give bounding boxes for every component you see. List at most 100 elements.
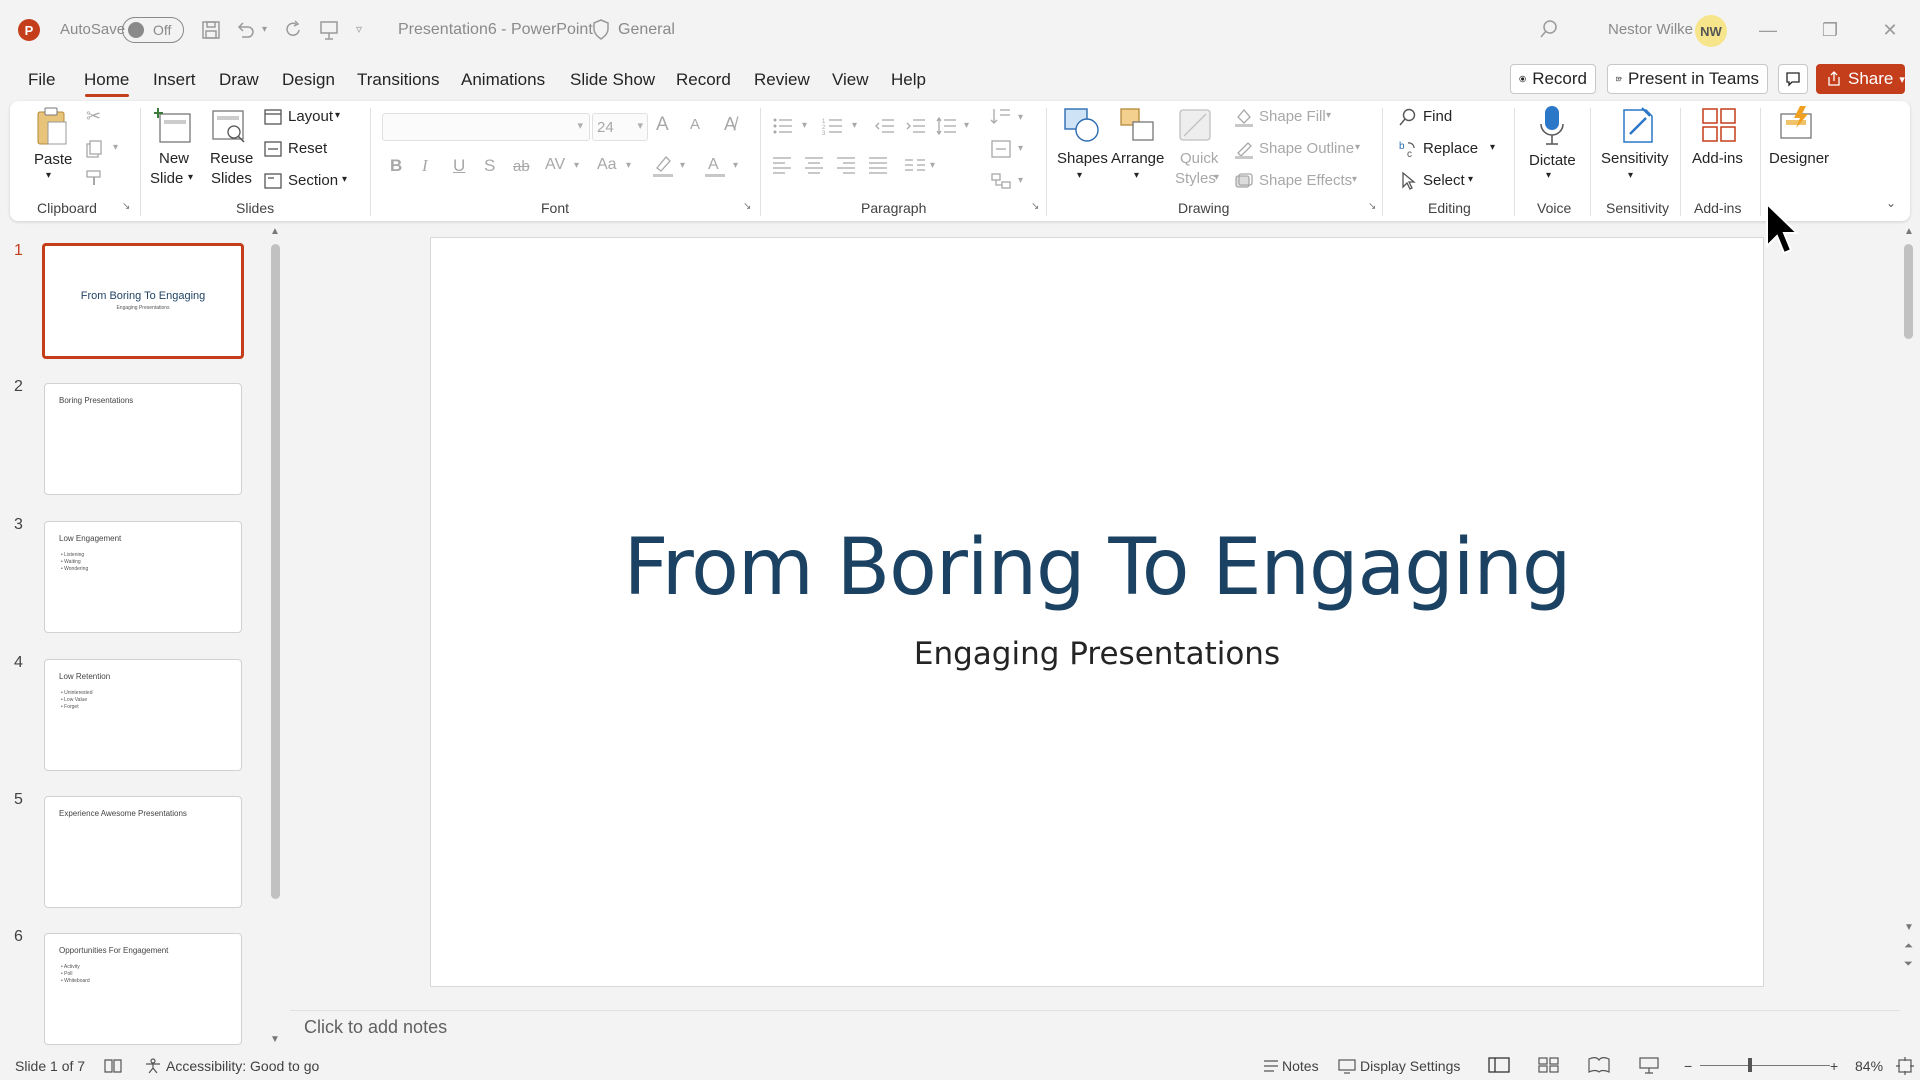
reuse-slides-label-2[interactable]: Slides <box>211 170 252 187</box>
tab-review[interactable]: Review <box>754 70 810 90</box>
line-spacing-dropdown-icon[interactable]: ▾ <box>964 120 969 131</box>
canvas-scrollbar[interactable] <box>1904 244 1913 339</box>
new-slide-label-2[interactable]: Slide <box>150 170 183 187</box>
spelling-check-icon[interactable] <box>104 1058 122 1074</box>
replace-dropdown-icon[interactable]: ▾ <box>1490 142 1495 153</box>
undo-icon[interactable] <box>234 18 256 42</box>
section-icon[interactable] <box>264 172 282 190</box>
find-icon[interactable] <box>1398 107 1418 127</box>
shape-outline-button[interactable]: Shape Outline <box>1259 140 1354 157</box>
zoom-out-icon[interactable]: − <box>1684 1058 1692 1074</box>
shape-effects-icon[interactable] <box>1234 171 1254 191</box>
find-button[interactable]: Find <box>1423 108 1452 125</box>
layout-icon[interactable] <box>264 108 282 126</box>
notes-button[interactable]: Notes <box>1282 1058 1319 1074</box>
layout-button[interactable]: Layout <box>288 108 333 125</box>
slideshow-view-icon[interactable] <box>1638 1056 1660 1074</box>
numbering-icon[interactable]: 123 <box>822 116 844 136</box>
arrange-dropdown-icon[interactable]: ▾ <box>1134 170 1139 181</box>
user-name[interactable]: Nestor Wilke <box>1608 21 1693 38</box>
zoom-slider-thumb[interactable] <box>1748 1058 1752 1072</box>
accessibility-icon[interactable] <box>144 1058 162 1074</box>
columns-dropdown-icon[interactable]: ▾ <box>930 160 935 171</box>
tab-transitions[interactable]: Transitions <box>357 70 440 90</box>
quick-styles-dropdown-icon[interactable]: ▾ <box>1214 172 1219 183</box>
slide-title[interactable]: From Boring To Engaging <box>431 523 1763 613</box>
shadow-button[interactable]: S <box>484 156 495 176</box>
dictate-dropdown-icon[interactable]: ▾ <box>1546 170 1551 181</box>
format-painter-icon[interactable] <box>84 168 104 188</box>
highlight-icon[interactable] <box>652 154 674 178</box>
align-left-icon[interactable] <box>772 156 792 174</box>
cut-icon[interactable]: ✂ <box>86 106 101 127</box>
accessibility-status[interactable]: Accessibility: Good to go <box>166 1058 319 1074</box>
canvas-scroll-up-icon[interactable]: ▲ <box>1904 226 1914 237</box>
tab-record[interactable]: Record <box>676 70 731 90</box>
slide-thumbnail-4[interactable]: Low Retention • Uninterested • Low Value… <box>44 659 242 771</box>
comments-button[interactable] <box>1778 64 1808 94</box>
character-spacing-button[interactable]: AV <box>545 156 565 174</box>
shape-fill-icon[interactable] <box>1234 107 1254 127</box>
quick-styles-icon[interactable] <box>1176 106 1216 146</box>
reuse-slides-label-1[interactable]: Reuse <box>210 150 253 167</box>
change-case-button[interactable]: Aa <box>597 156 617 174</box>
tab-view[interactable]: View <box>832 70 869 90</box>
bold-button[interactable]: B <box>390 156 402 176</box>
bullets-icon[interactable] <box>772 116 794 136</box>
minimize-icon[interactable]: — <box>1748 15 1788 45</box>
clipboard-launcher-icon[interactable]: ↘ <box>122 201 130 212</box>
text-direction-dropdown-icon[interactable]: ▾ <box>1018 112 1023 123</box>
tab-slide-show[interactable]: Slide Show <box>570 70 655 90</box>
display-settings-button[interactable]: Display Settings <box>1360 1058 1460 1074</box>
arrange-icon[interactable] <box>1118 106 1158 146</box>
font-color-icon[interactable]: A <box>704 154 726 178</box>
reset-icon[interactable] <box>264 140 282 158</box>
start-from-beginning-icon[interactable] <box>318 18 340 42</box>
fit-to-window-icon[interactable] <box>1896 1057 1914 1075</box>
align-text-icon[interactable] <box>990 138 1012 160</box>
add-ins-button[interactable]: Add-ins <box>1692 150 1743 167</box>
notes-icon[interactable] <box>1262 1058 1280 1074</box>
align-center-icon[interactable] <box>804 156 824 174</box>
bullets-dropdown-icon[interactable]: ▾ <box>802 120 807 131</box>
present-in-teams-button[interactable]: Present in Teams <box>1607 64 1768 94</box>
slide-thumbnail-2[interactable]: Boring Presentations <box>44 383 242 495</box>
add-ins-icon[interactable] <box>1700 106 1738 144</box>
section-dropdown-icon[interactable]: ▾ <box>342 174 347 185</box>
character-spacing-dropdown-icon[interactable]: ▾ <box>574 160 579 171</box>
reuse-slides-icon[interactable] <box>210 108 248 146</box>
replace-button[interactable]: Replace <box>1423 140 1478 157</box>
shapes-dropdown-icon[interactable]: ▾ <box>1077 170 1082 181</box>
arrange-label[interactable]: Arrange <box>1111 150 1164 167</box>
align-right-icon[interactable] <box>836 156 856 174</box>
thumbnail-scrollbar[interactable] <box>271 244 280 899</box>
thumb-scroll-up-icon[interactable]: ▲ <box>270 226 280 237</box>
tab-help[interactable]: Help <box>891 70 926 90</box>
replace-icon[interactable]: bc <box>1398 139 1418 159</box>
font-size-dropdown-icon[interactable]: ▾ <box>637 119 643 132</box>
justify-icon[interactable] <box>868 156 888 174</box>
grow-font-icon[interactable]: A <box>656 114 669 136</box>
avatar[interactable]: NW <box>1695 15 1727 47</box>
microphone-icon[interactable] <box>1537 104 1567 148</box>
tab-home[interactable]: Home <box>84 70 129 90</box>
undo-dropdown-icon[interactable]: ▾ <box>262 24 267 48</box>
autosave-toggle[interactable]: Off <box>122 17 184 43</box>
quick-styles-label-1[interactable]: Quick <box>1180 150 1218 167</box>
font-name-dropdown-icon[interactable]: ▾ <box>577 119 583 132</box>
zoom-in-icon[interactable]: + <box>1830 1058 1838 1074</box>
tab-animations[interactable]: Animations <box>461 70 545 90</box>
increase-indent-icon[interactable] <box>905 116 927 136</box>
save-icon[interactable] <box>200 18 222 42</box>
columns-icon[interactable] <box>904 156 926 174</box>
clear-formatting-icon[interactable]: A̸ <box>724 114 736 135</box>
display-settings-icon[interactable] <box>1338 1058 1356 1074</box>
paragraph-launcher-icon[interactable]: ↘ <box>1031 201 1039 212</box>
slide-sorter-icon[interactable] <box>1538 1056 1560 1074</box>
sensitivity-dropdown-icon[interactable]: ▾ <box>1628 170 1633 181</box>
slide-thumbnail-1[interactable]: From Boring To Engaging Engaging Present… <box>42 243 244 359</box>
redo-icon[interactable] <box>282 18 304 42</box>
tab-design[interactable]: Design <box>282 70 335 90</box>
highlight-dropdown-icon[interactable]: ▾ <box>680 160 685 171</box>
drawing-launcher-icon[interactable]: ↘ <box>1368 201 1376 212</box>
